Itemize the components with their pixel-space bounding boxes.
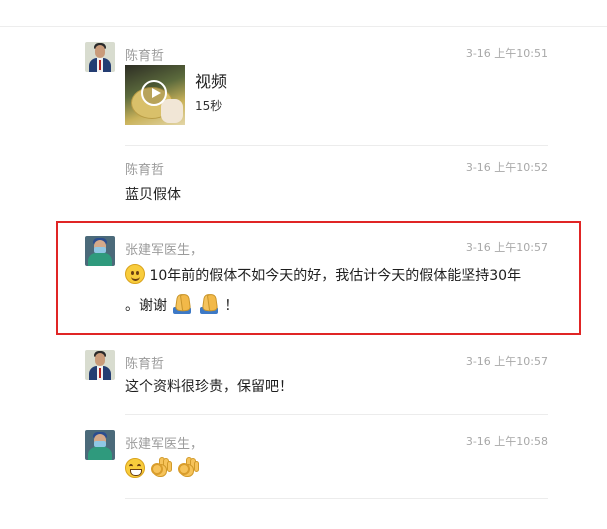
video-title[interactable]: 视频 xyxy=(195,68,227,92)
top-divider xyxy=(0,26,607,27)
message-text: 。谢谢 xyxy=(125,298,167,314)
sender-name[interactable]: 张建军医生， xyxy=(125,433,203,452)
play-icon[interactable] xyxy=(141,80,167,106)
ok-hand-emoji-icon xyxy=(176,456,199,478)
smile-emoji-icon xyxy=(125,264,145,284)
message-divider xyxy=(125,145,548,146)
pray-emoji-icon xyxy=(171,292,193,314)
message-text: ！ xyxy=(224,298,239,314)
sender-name[interactable]: 陈育哲 xyxy=(125,159,164,178)
message-text: 10年前的假体不如今天的好，我估计今天的假体能坚持30年 xyxy=(149,268,522,284)
ok-hand-emoji-icon xyxy=(149,456,173,478)
video-thumbnail[interactable] xyxy=(125,65,185,125)
message-divider xyxy=(125,498,548,499)
message-time: 3-16 上午10:52 xyxy=(465,161,548,174)
message-time: 3-16 上午10:57 xyxy=(465,355,548,368)
sender-name[interactable]: 张建军医生， xyxy=(125,239,203,258)
grin-emoji-icon xyxy=(125,458,145,478)
avatar[interactable] xyxy=(85,430,115,460)
sender-name[interactable]: 陈育哲 xyxy=(125,353,164,372)
sender-name[interactable]: 陈育哲 xyxy=(125,45,164,64)
avatar[interactable] xyxy=(85,350,115,380)
avatar[interactable] xyxy=(85,236,115,266)
avatar[interactable] xyxy=(85,42,115,72)
pray-emoji-icon xyxy=(198,292,220,314)
message-time: 3-16 上午10:58 xyxy=(465,435,548,448)
video-duration: 15秒 xyxy=(195,99,223,113)
emoji-row xyxy=(125,456,199,478)
message-time: 3-16 上午10:57 xyxy=(465,241,548,254)
message-text-line-2: 。谢谢 ！ xyxy=(125,292,238,315)
message-time: 3-16 上午10:51 xyxy=(465,47,548,60)
message-text-line-1: 10年前的假体不如今天的好，我估计今天的假体能坚持30年 xyxy=(125,264,521,285)
message-text: 蓝贝假体 xyxy=(125,187,181,203)
message-divider xyxy=(125,414,548,415)
message-text: 这个资料很珍贵，保留吧！ xyxy=(125,379,293,395)
